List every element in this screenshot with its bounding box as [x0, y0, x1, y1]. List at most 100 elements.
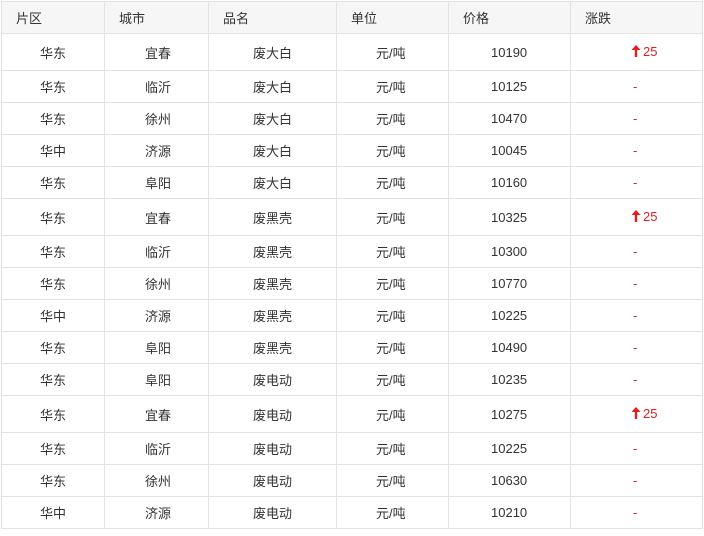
- cell-city: 宜春: [104, 33, 209, 71]
- change-value: -: [633, 340, 638, 355]
- cell-unit: 元/吨: [336, 496, 449, 529]
- column-header-city: 城市: [104, 1, 209, 34]
- cell-region: 华东: [1, 102, 105, 135]
- cell-region: 华中: [1, 496, 105, 529]
- table-row: 华东 临沂 废电动 元/吨 10225 -: [1, 432, 703, 465]
- cell-region: 华东: [1, 267, 105, 300]
- cell-price: 10235: [448, 363, 571, 396]
- column-header-change: 涨跌: [570, 1, 703, 34]
- change-value: -: [633, 111, 638, 126]
- column-header-unit: 单位: [336, 1, 449, 34]
- cell-change: -: [570, 134, 703, 167]
- cell-city: 临沂: [104, 432, 209, 465]
- arrow-up-icon: [631, 407, 641, 420]
- change-up-value: 25: [631, 406, 657, 421]
- change-value: -: [633, 505, 638, 520]
- change-value: -: [633, 244, 638, 259]
- cell-unit: 元/吨: [336, 432, 449, 465]
- table-header: 片区 城市 品名 单位 价格 涨跌: [1, 1, 703, 34]
- cell-city: 徐州: [104, 464, 209, 497]
- cell-change: -: [570, 432, 703, 465]
- change-value: -: [633, 441, 638, 456]
- cell-city: 阜阳: [104, 363, 209, 396]
- cell-price: 10225: [448, 299, 571, 332]
- cell-unit: 元/吨: [336, 235, 449, 268]
- cell-price: 10630: [448, 464, 571, 497]
- cell-price: 10300: [448, 235, 571, 268]
- change-value: 25: [643, 208, 658, 224]
- cell-price: 10225: [448, 432, 571, 465]
- arrow-up-icon: [631, 210, 641, 223]
- cell-region: 华东: [1, 331, 105, 364]
- column-header-region: 片区: [1, 1, 105, 34]
- cell-change: -: [570, 363, 703, 396]
- cell-region: 华东: [1, 363, 105, 396]
- column-header-price: 价格: [448, 1, 571, 34]
- change-up-value: 25: [631, 44, 657, 59]
- cell-city: 阜阳: [104, 166, 209, 199]
- cell-product: 废大白: [208, 70, 337, 103]
- table-row: 华东 阜阳 废电动 元/吨 10235 -: [1, 363, 703, 396]
- cell-city: 临沂: [104, 70, 209, 103]
- cell-change: 25: [570, 395, 703, 433]
- cell-price: 10275: [448, 395, 571, 433]
- cell-change: -: [570, 235, 703, 268]
- cell-product: 废大白: [208, 166, 337, 199]
- cell-price: 10325: [448, 198, 571, 236]
- table-row: 华东 临沂 废黑壳 元/吨 10300 -: [1, 235, 703, 268]
- cell-unit: 元/吨: [336, 102, 449, 135]
- cell-product: 废黑壳: [208, 267, 337, 300]
- cell-region: 华东: [1, 166, 105, 199]
- header-row: 片区 城市 品名 单位 价格 涨跌: [1, 1, 703, 34]
- table-row: 华东 阜阳 废黑壳 元/吨 10490 -: [1, 331, 703, 364]
- table-row: 华东 临沂 废大白 元/吨 10125 -: [1, 70, 703, 103]
- change-value: 25: [643, 405, 658, 421]
- cell-unit: 元/吨: [336, 134, 449, 167]
- cell-price: 10160: [448, 166, 571, 199]
- cell-change: 25: [570, 198, 703, 236]
- cell-city: 宜春: [104, 395, 209, 433]
- cell-city: 徐州: [104, 267, 209, 300]
- cell-change: -: [570, 299, 703, 332]
- cell-price: 10045: [448, 134, 571, 167]
- cell-product: 废黑壳: [208, 299, 337, 332]
- cell-region: 华东: [1, 235, 105, 268]
- table-row: 华中 济源 废大白 元/吨 10045 -: [1, 134, 703, 167]
- table-row: 华东 宜春 废大白 元/吨 10190 25: [1, 33, 703, 71]
- table-row: 华东 徐州 废黑壳 元/吨 10770 -: [1, 267, 703, 300]
- cell-region: 华东: [1, 33, 105, 71]
- cell-price: 10125: [448, 70, 571, 103]
- cell-product: 废电动: [208, 432, 337, 465]
- table-row: 华东 徐州 废大白 元/吨 10470 -: [1, 102, 703, 135]
- cell-region: 华中: [1, 134, 105, 167]
- cell-price: 10190: [448, 33, 571, 71]
- cell-unit: 元/吨: [336, 299, 449, 332]
- cell-price: 10210: [448, 496, 571, 529]
- table-row: 华东 阜阳 废大白 元/吨 10160 -: [1, 166, 703, 199]
- cell-city: 济源: [104, 134, 209, 167]
- change-value: -: [633, 473, 638, 488]
- cell-city: 临沂: [104, 235, 209, 268]
- cell-product: 废电动: [208, 496, 337, 529]
- cell-unit: 元/吨: [336, 166, 449, 199]
- cell-unit: 元/吨: [336, 33, 449, 71]
- change-value: -: [633, 276, 638, 291]
- cell-unit: 元/吨: [336, 464, 449, 497]
- cell-change: -: [570, 331, 703, 364]
- cell-city: 济源: [104, 496, 209, 529]
- cell-unit: 元/吨: [336, 363, 449, 396]
- change-value: -: [633, 308, 638, 323]
- table-row: 华东 徐州 废电动 元/吨 10630 -: [1, 464, 703, 497]
- cell-city: 阜阳: [104, 331, 209, 364]
- table-row: 华东 宜春 废电动 元/吨 10275 25: [1, 395, 703, 433]
- cell-product: 废大白: [208, 33, 337, 71]
- cell-change: 25: [570, 33, 703, 71]
- cell-region: 华东: [1, 70, 105, 103]
- cell-change: -: [570, 102, 703, 135]
- cell-product: 废大白: [208, 134, 337, 167]
- cell-region: 华东: [1, 395, 105, 433]
- cell-change: -: [570, 496, 703, 529]
- cell-price: 10490: [448, 331, 571, 364]
- cell-product: 废大白: [208, 102, 337, 135]
- cell-region: 华中: [1, 299, 105, 332]
